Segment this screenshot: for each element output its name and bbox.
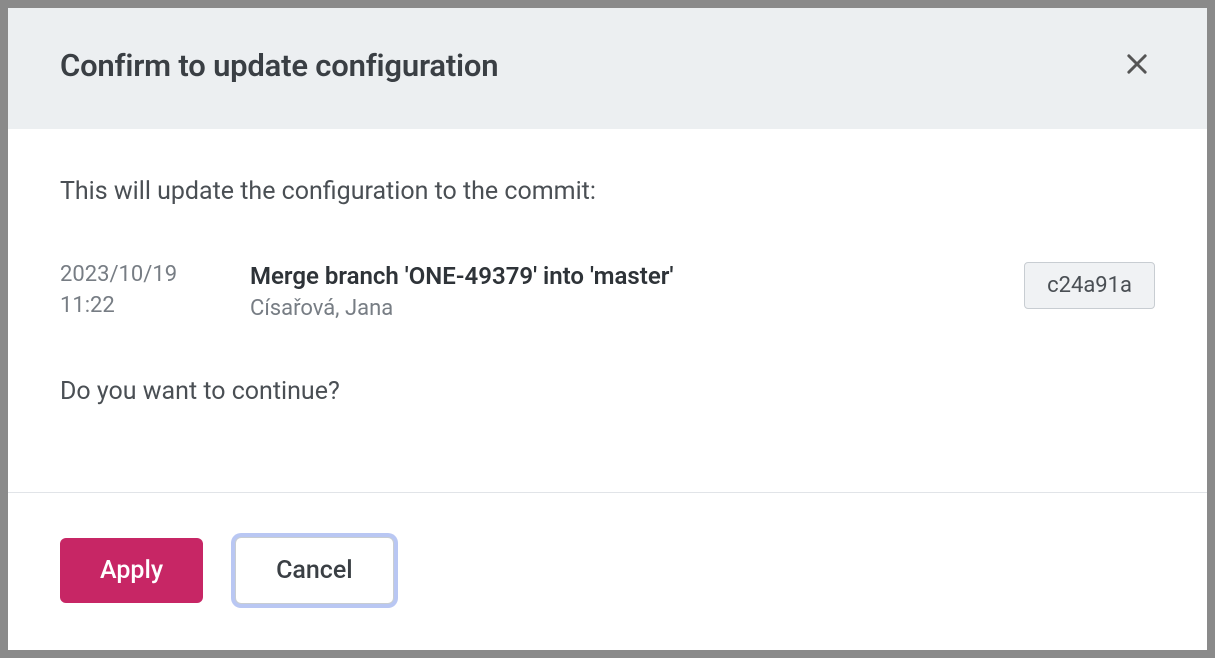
cancel-button[interactable]: Cancel bbox=[235, 537, 394, 604]
dialog-title: Confirm to update configuration bbox=[60, 47, 498, 84]
commit-info: Merge branch 'ONE-49379' into 'master' C… bbox=[250, 262, 984, 321]
close-icon bbox=[1123, 50, 1151, 81]
dialog-footer: Apply Cancel bbox=[8, 492, 1207, 650]
dialog-body: This will update the configuration to th… bbox=[8, 129, 1207, 492]
commit-message: Merge branch 'ONE-49379' into 'master' bbox=[250, 262, 984, 290]
intro-text: This will update the configuration to th… bbox=[60, 177, 1155, 206]
confirm-update-dialog: Confirm to update configuration This wil… bbox=[8, 8, 1207, 650]
confirm-text: Do you want to continue? bbox=[60, 377, 1155, 406]
commit-hash-badge: c24a91a bbox=[1024, 262, 1155, 309]
commit-author: Císařová, Jana bbox=[250, 296, 984, 321]
close-button[interactable] bbox=[1119, 46, 1155, 85]
commit-date: 2023/10/19 bbox=[60, 262, 210, 287]
commit-row: 2023/10/19 11:22 Merge branch 'ONE-49379… bbox=[60, 262, 1155, 321]
commit-datetime: 2023/10/19 11:22 bbox=[60, 262, 210, 318]
apply-button[interactable]: Apply bbox=[60, 538, 203, 603]
dialog-header: Confirm to update configuration bbox=[8, 8, 1207, 129]
commit-time: 11:22 bbox=[60, 293, 210, 318]
